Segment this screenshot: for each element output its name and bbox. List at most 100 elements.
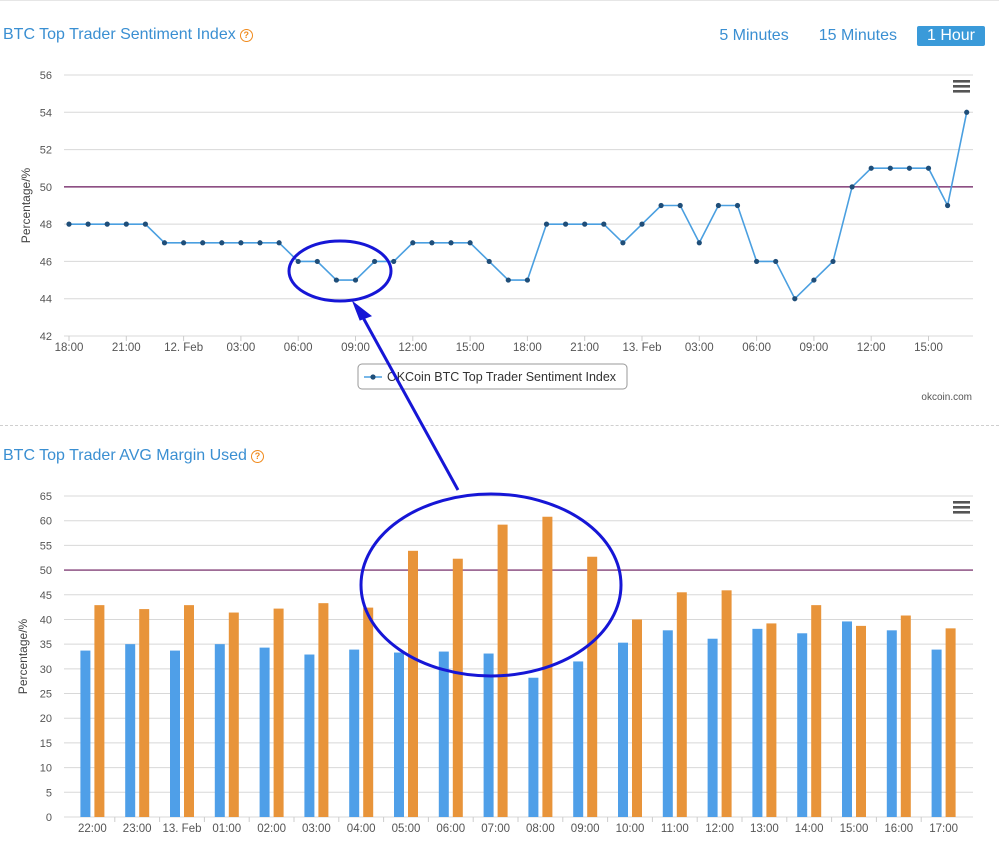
- bar-series-2[interactable]: [318, 603, 329, 817]
- y-tick-label: 10: [40, 763, 52, 775]
- bar-series-1[interactable]: [528, 677, 539, 817]
- bar-series-2[interactable]: [945, 628, 956, 817]
- x-tick-label: 12:00: [857, 342, 886, 354]
- bar-series-2[interactable]: [676, 592, 687, 817]
- bar-series-1[interactable]: [259, 647, 270, 817]
- bar-series-1[interactable]: [349, 649, 360, 817]
- series-line: [69, 112, 968, 301]
- data-point: [410, 240, 416, 246]
- data-point: [811, 277, 817, 283]
- data-point: [104, 221, 110, 227]
- bar-series-2[interactable]: [811, 605, 822, 817]
- bar-series-1[interactable]: [438, 651, 449, 817]
- bar-series-1[interactable]: [707, 638, 718, 817]
- data-point: [830, 258, 836, 265]
- bar-series-2[interactable]: [587, 556, 598, 817]
- bar-series-1[interactable]: [662, 630, 673, 817]
- bar-series-2[interactable]: [721, 590, 732, 817]
- data-point: [715, 202, 722, 209]
- legend-label: OKCoin BTC Top Trader Sentiment Index: [387, 370, 617, 384]
- credit-text: okcoin.com: [921, 392, 972, 403]
- y-tick-label: 50: [40, 182, 52, 194]
- data-point: [849, 184, 855, 190]
- data-point: [887, 165, 893, 171]
- x-tick-label: 07:00: [481, 823, 510, 835]
- bar-series-2[interactable]: [497, 524, 508, 817]
- data-point: [505, 277, 511, 283]
- bar-series-2[interactable]: [766, 623, 777, 817]
- bar-series-1[interactable]: [886, 630, 897, 817]
- sentiment-line-chart: 42 44 46 48 50 52 54 56 18:00 21:00 12. Feb 03:00 06…: [19, 70, 973, 403]
- data-point: [257, 240, 263, 246]
- data-point: [486, 258, 492, 265]
- data-point: [181, 240, 187, 246]
- bar-series-1[interactable]: [394, 652, 404, 817]
- x-tick-label: 16:00: [884, 823, 913, 835]
- x-tick-label: 02:00: [257, 823, 286, 835]
- data-point: [295, 258, 301, 265]
- bar-series-1[interactable]: [752, 628, 763, 817]
- x-tick-label: 09:00: [800, 342, 829, 354]
- legend-marker: [370, 374, 376, 380]
- x-tick-label: 22:00: [78, 823, 107, 835]
- bar-series-1[interactable]: [80, 650, 91, 817]
- bar-series-1[interactable]: [797, 633, 808, 817]
- data-point: [773, 258, 779, 265]
- data-point: [945, 202, 951, 209]
- bar-series-2[interactable]: [273, 608, 284, 817]
- bar-series-1[interactable]: [304, 654, 315, 817]
- bar-series-1[interactable]: [842, 621, 852, 817]
- bar-series-1[interactable]: [170, 650, 180, 817]
- data-point: [219, 240, 225, 246]
- data-point: [66, 221, 72, 227]
- bar-series-2[interactable]: [452, 558, 463, 817]
- menu-bar: [953, 85, 970, 88]
- bar-series-2[interactable]: [856, 625, 866, 817]
- bar-series-2[interactable]: [632, 619, 642, 817]
- hamburger-menu-icon[interactable]: [953, 501, 970, 514]
- legend[interactable]: OKCoin BTC Top Trader Sentiment Index: [357, 363, 628, 390]
- data-point: [543, 221, 550, 227]
- y-tick-label: 25: [40, 689, 52, 701]
- annotation-arrowhead: [351, 300, 373, 321]
- y-tick-label: 54: [40, 107, 52, 119]
- hamburger-menu-icon[interactable]: [953, 80, 970, 93]
- data-point: [200, 240, 206, 246]
- bar-series-2[interactable]: [139, 609, 150, 817]
- y-tick-label: 0: [46, 812, 52, 824]
- x-tick-label: 17:00: [929, 823, 958, 835]
- data-point: [677, 202, 683, 209]
- menu-bar: [953, 501, 970, 504]
- y-tick-label: 50: [40, 565, 52, 577]
- bar-series-2[interactable]: [900, 615, 911, 817]
- bar-series-1[interactable]: [573, 661, 584, 817]
- bar-series-2[interactable]: [228, 612, 239, 817]
- data-point: [85, 221, 91, 227]
- x-tick-label: 03:00: [685, 342, 714, 354]
- x-tick-label: 03:00: [227, 342, 256, 354]
- bar-series-1[interactable]: [214, 644, 225, 817]
- x-tick-label: 06:00: [742, 342, 771, 354]
- bar-series-1[interactable]: [931, 649, 942, 817]
- x-tick-label: 10:00: [616, 823, 645, 835]
- data-point: [754, 258, 760, 265]
- menu-bar: [953, 90, 970, 93]
- x-tick-label: 14:00: [795, 823, 824, 835]
- menu-bar: [953, 80, 970, 83]
- y-tick-label: 15: [40, 738, 52, 750]
- data-point: [620, 240, 626, 246]
- bar-series-1[interactable]: [125, 644, 136, 817]
- bar-series-2[interactable]: [408, 550, 418, 817]
- bar-series-1[interactable]: [618, 642, 628, 817]
- bar-series-2[interactable]: [184, 605, 194, 817]
- data-point: [906, 165, 913, 171]
- bar-series-2[interactable]: [94, 605, 105, 817]
- bar-series-2[interactable]: [363, 607, 374, 817]
- x-tick-label: 05:00: [392, 823, 421, 835]
- x-tick-label: 03:00: [302, 823, 331, 835]
- y-tick-label: 55: [40, 540, 52, 552]
- data-point: [964, 109, 970, 115]
- x-tick-label: 09:00: [571, 823, 600, 835]
- bar-series-1[interactable]: [483, 653, 494, 817]
- x-tick-label: 15:00: [914, 342, 943, 354]
